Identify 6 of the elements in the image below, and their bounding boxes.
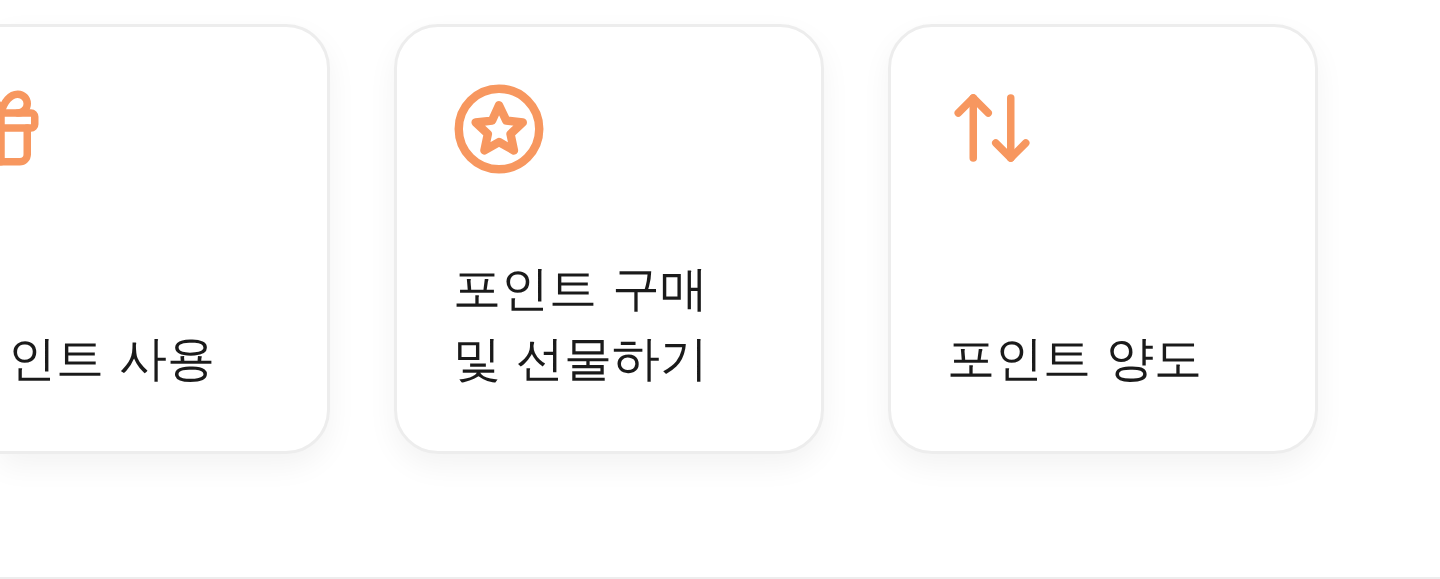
menu-card[interactable]: 인트 사용: [0, 24, 330, 454]
menu-card[interactable]: 포인트 구매 및 선물하기: [394, 24, 824, 454]
menu-card[interactable]: 포인트 양도: [888, 24, 1318, 454]
card-title: 포인트 구매 및 선물하기: [453, 259, 710, 388]
card-title: 인트 사용: [8, 329, 217, 388]
card-title: 포인트 양도: [947, 329, 1204, 388]
